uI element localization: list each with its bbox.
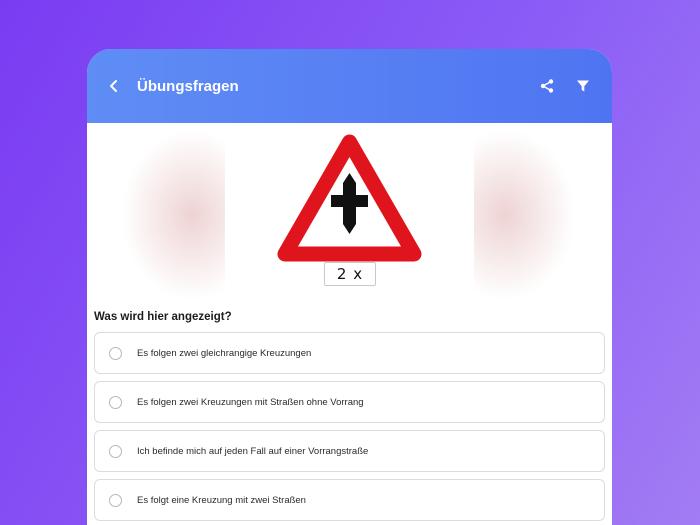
answer-label: Es folgt eine Kreuzung mit zwei Straßen xyxy=(137,494,306,506)
traffic-sign-image: 2 x xyxy=(225,123,474,297)
answer-list: Es folgen zwei gleichrangige Kreuzungen … xyxy=(94,332,605,525)
answer-option[interactable]: Ich befinde mich auf jeden Fall auf eine… xyxy=(94,430,605,472)
answer-label: Es folgen zwei gleichrangige Kreuzungen xyxy=(137,347,312,359)
back-button[interactable] xyxy=(99,71,129,101)
app-screen: Übungsfragen 2 x Was wird hier angezeigt… xyxy=(87,49,612,525)
additional-sign-plate: 2 x xyxy=(324,262,376,286)
chevron-left-icon xyxy=(110,80,117,92)
page-title: Übungsfragen xyxy=(137,77,239,95)
share-button[interactable] xyxy=(532,71,562,101)
answer-option[interactable]: Es folgen zwei Kreuzungen mit Straßen oh… xyxy=(94,381,605,423)
answer-option[interactable]: Es folgen zwei gleichrangige Kreuzungen xyxy=(94,332,605,374)
question-text: Was wird hier angezeigt? xyxy=(94,311,232,323)
answer-label: Ich befinde mich auf jeden Fall auf eine… xyxy=(137,445,369,457)
radio-button[interactable] xyxy=(109,346,122,360)
question-image-area: 2 x xyxy=(87,123,612,303)
radio-button[interactable] xyxy=(109,493,122,507)
radio-button[interactable] xyxy=(109,444,122,458)
radio-button[interactable] xyxy=(109,395,122,409)
answer-label: Es folgen zwei Kreuzungen mit Straßen oh… xyxy=(137,396,364,408)
answer-option[interactable]: Es folgt eine Kreuzung mit zwei Straßen xyxy=(94,479,605,521)
app-bar: Übungsfragen xyxy=(87,49,612,123)
filter-button[interactable] xyxy=(568,71,598,101)
filter-icon xyxy=(577,80,589,92)
share-icon xyxy=(540,79,554,93)
